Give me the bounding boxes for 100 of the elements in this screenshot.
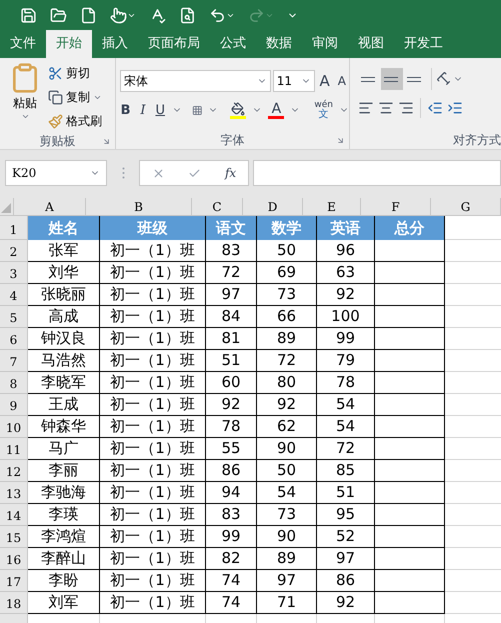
empty-cell: [375, 372, 445, 394]
row-header[interactable]: 11: [0, 438, 28, 460]
format-painter-button[interactable]: 格式刷: [48, 110, 102, 132]
table-cell: 89: [257, 548, 317, 570]
header-cell: 班级: [100, 216, 206, 240]
decrease-indent-icon[interactable]: [427, 100, 443, 116]
table-cell: 82: [206, 548, 257, 570]
table-cell: 51: [317, 482, 375, 504]
row-header[interactable]: 16: [0, 548, 28, 570]
print-preview-icon[interactable]: [179, 6, 196, 24]
row-header[interactable]: 2: [0, 240, 28, 262]
ribbon-tab[interactable]: 页面布局: [138, 30, 210, 58]
table-cell: 94: [206, 482, 257, 504]
bold-button[interactable]: B: [120, 100, 132, 120]
table-cell: 62: [257, 416, 317, 438]
table-cell: 89: [257, 328, 317, 350]
save-icon[interactable]: [20, 6, 37, 24]
header-cell: 总分: [375, 216, 445, 240]
row-header[interactable]: 18: [0, 592, 28, 614]
table-cell: 78: [317, 372, 375, 394]
grow-font-button[interactable]: A: [316, 70, 333, 92]
table-cell: 李盼: [28, 570, 100, 592]
row-header[interactable]: 15: [0, 526, 28, 548]
row-header[interactable]: 5: [0, 306, 28, 328]
table-cell: 初一（1）班: [100, 262, 206, 284]
row-header[interactable]: 7: [0, 350, 28, 372]
ribbon-tab[interactable]: 文件: [0, 30, 46, 58]
increase-indent-icon[interactable]: [447, 100, 463, 116]
phonetic-button[interactable]: wén 文: [314, 101, 334, 120]
cut-button[interactable]: 剪切: [48, 62, 102, 84]
row-header[interactable]: 13: [0, 482, 28, 504]
touch-icon[interactable]: [110, 6, 127, 24]
cancel-icon[interactable]: [152, 166, 165, 180]
table-cell: 97: [206, 284, 257, 306]
dialog-launcher-icon[interactable]: [336, 136, 345, 145]
table-cell: 张晓丽: [28, 284, 100, 306]
table-cell: 初一（1）班: [100, 526, 206, 548]
table-cell: 初一（1）班: [100, 592, 206, 614]
table-cell: 刘军: [28, 592, 100, 614]
font-name-field[interactable]: 宋体: [120, 70, 271, 92]
ribbon-tab[interactable]: 开始: [46, 30, 92, 58]
name-box[interactable]: K20: [5, 160, 107, 186]
folder-icon[interactable]: [50, 6, 67, 24]
ribbon-tab[interactable]: 开发工: [394, 30, 453, 58]
align-center-icon[interactable]: [378, 100, 394, 116]
font-color-button[interactable]: A: [268, 102, 284, 119]
undo-icon[interactable]: [209, 6, 226, 24]
group-label: 字体: [220, 132, 244, 149]
table-cell: 初一（1）班: [100, 372, 206, 394]
ribbon-tab[interactable]: 公式: [210, 30, 256, 58]
row-header[interactable]: 1: [0, 216, 28, 240]
row-header[interactable]: 10: [0, 416, 28, 438]
font-size-field[interactable]: 11: [272, 70, 315, 92]
row-header[interactable]: 4: [0, 284, 28, 306]
copy-button[interactable]: 复制: [48, 86, 102, 108]
row-header[interactable]: 9: [0, 394, 28, 416]
empty-cell: [375, 240, 445, 262]
table-cell: 90: [257, 526, 317, 548]
empty-cell: [375, 394, 445, 416]
table-cell: 初一（1）班: [100, 460, 206, 482]
ribbon-tab[interactable]: 数据: [256, 30, 302, 58]
row-header[interactable]: 8: [0, 372, 28, 394]
table-cell: 100: [317, 306, 375, 328]
shrink-font-button[interactable]: A: [334, 72, 349, 90]
dialog-launcher-icon[interactable]: [102, 137, 111, 146]
header-cell: 姓名: [28, 216, 100, 240]
table-cell: 84: [206, 306, 257, 328]
group-label: 剪贴板: [40, 133, 76, 150]
row-header[interactable]: 6: [0, 328, 28, 350]
new-file-icon[interactable]: [80, 6, 97, 24]
ribbon-tab[interactable]: 审阅: [302, 30, 348, 58]
ribbon-tab[interactable]: 视图: [348, 30, 394, 58]
insert-function-button[interactable]: fx: [224, 164, 236, 182]
row-header[interactable]: 14: [0, 504, 28, 526]
header-cell: 语文: [206, 216, 257, 240]
underline-button[interactable]: U: [154, 100, 166, 120]
row-header[interactable]: 17: [0, 570, 28, 592]
table-cell: 李瑛: [28, 504, 100, 526]
empty-cell: [375, 460, 445, 482]
align-left-icon[interactable]: [358, 100, 374, 116]
table-cell: 72: [257, 350, 317, 372]
enter-icon[interactable]: [188, 166, 202, 180]
row-header[interactable]: 3: [0, 262, 28, 284]
table-cell: 李醉山: [28, 548, 100, 570]
table-cell: 51: [206, 350, 257, 372]
formula-field[interactable]: [253, 160, 501, 186]
empty-cell: [375, 262, 445, 284]
paste-button[interactable]: 粘贴: [8, 62, 42, 132]
table-cell: 钟汉良: [28, 328, 100, 350]
table-cell: 初一（1）班: [100, 416, 206, 438]
italic-button[interactable]: I: [137, 100, 149, 120]
ribbon-tab[interactable]: 插入: [92, 30, 138, 58]
table-cell: 66: [257, 306, 317, 328]
table-cell: 86: [317, 570, 375, 592]
middle-align-button[interactable]: [381, 68, 403, 90]
fill-color-icon[interactable]: [230, 102, 246, 119]
align-right-icon[interactable]: [398, 100, 414, 116]
table-cell: 74: [206, 592, 257, 614]
table-cell: 54: [317, 416, 375, 438]
row-header[interactable]: 12: [0, 460, 28, 482]
